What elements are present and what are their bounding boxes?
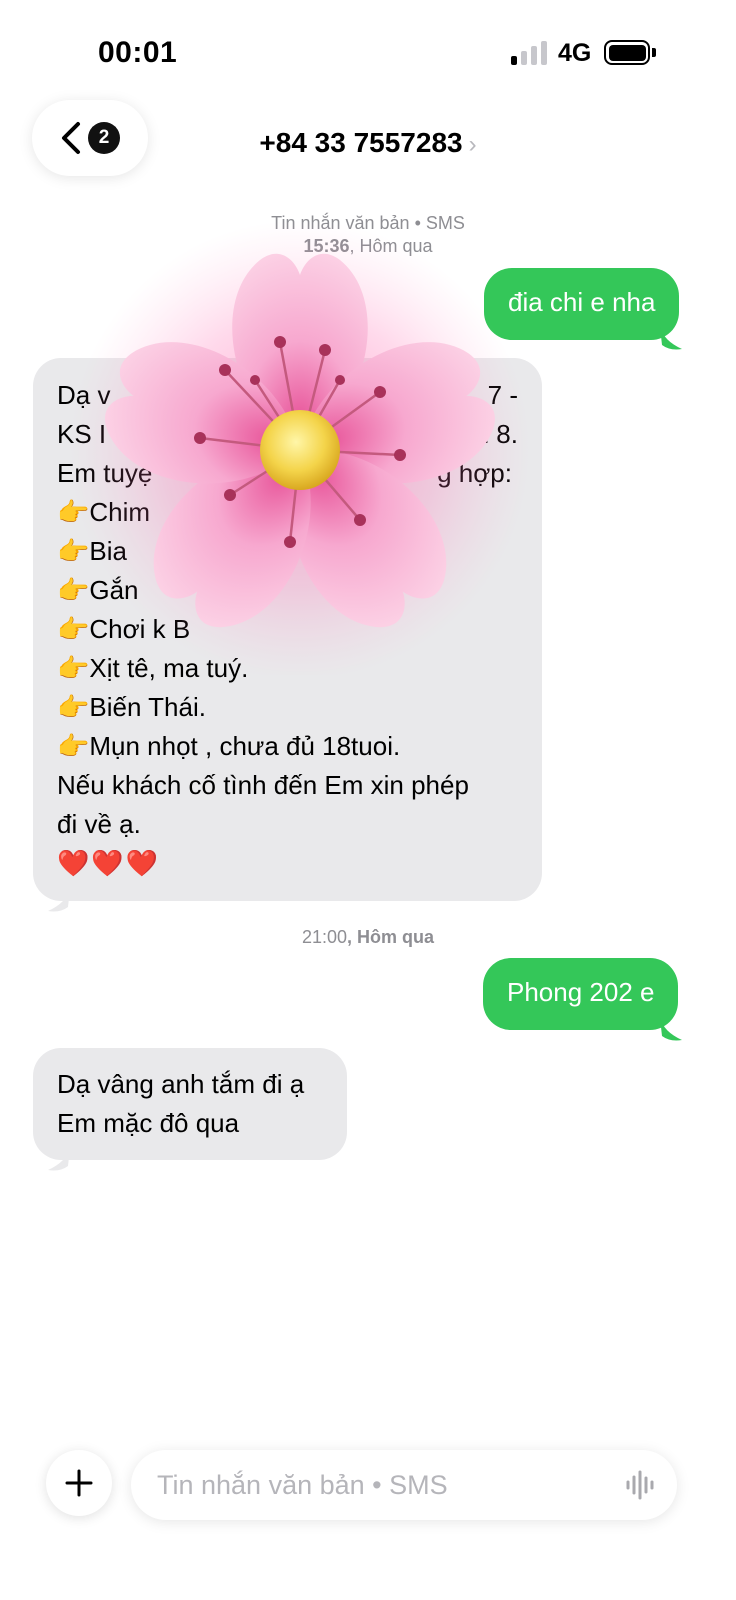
message-line: 7 -: [487, 380, 518, 410]
message-line: Dạ vâng anh tắm đi ạ: [57, 1069, 305, 1099]
timestamp-2: 21:00, Hôm qua: [301, 927, 435, 947]
battery-tip: [652, 48, 656, 57]
bubble-tail-in: [48, 1148, 70, 1171]
message-out-1[interactable]: đia chi e nha: [484, 268, 680, 340]
message-line: Em tuyệ: [57, 458, 153, 488]
bubble-tail-out: [660, 327, 682, 350]
add-attachment-button[interactable]: [46, 1450, 112, 1516]
message-line: g hợp:: [437, 458, 512, 488]
message-line: đi về ạ.: [57, 809, 141, 839]
bubble-tail-in: [48, 889, 70, 912]
timestamp-1: 15:36, Hôm qua: [303, 236, 433, 256]
status-time: 00:01: [98, 36, 178, 69]
battery-icon: [604, 40, 650, 65]
chevron-right-icon: ›: [468, 131, 477, 158]
message-line: Nếu khách cố tình đến Em xin phép: [57, 770, 469, 800]
contact-number: +84 33 7557283: [259, 127, 463, 158]
plus-icon: [65, 1469, 93, 1497]
thread-meta-2: 21:00, Hôm qua: [0, 926, 736, 949]
cellular-signal-icon: [511, 41, 551, 65]
message-in-2[interactable]: Dạ vâng anh tắm đi ạ Em mặc đô qua: [33, 1048, 347, 1160]
message-line: 👉Chim: [57, 497, 151, 527]
hearts-emoji: ❤️❤️❤️: [57, 848, 161, 878]
message-line: n 8.: [474, 419, 518, 449]
message-line: 👉Mụn nhọt , chưa đủ 18tuoi.: [57, 731, 401, 761]
thread-meta-1: Tin nhắn văn bản • SMS 15:36, Hôm qua: [0, 212, 736, 258]
message-line: KS I: [57, 419, 107, 449]
message-line: 👉Xịt tê, ma tuý.: [57, 653, 249, 683]
message-out-2[interactable]: Phong 202 e: [483, 958, 679, 1030]
message-in-1[interactable]: Dạ v 7 - KS I n 8. Em tuyệ g hợp: 👉Chim …: [33, 358, 542, 901]
status-bar: 00:01 4G: [0, 0, 736, 100]
bubble-tail-out: [660, 1018, 682, 1041]
message-composer[interactable]: [131, 1450, 677, 1520]
message-input[interactable]: [157, 1450, 597, 1520]
message-line: 👉Biến Thái.: [57, 692, 206, 722]
service-label: Tin nhắn văn bản • SMS: [271, 213, 465, 233]
message-text: Phong 202 e: [507, 977, 655, 1007]
contact-title[interactable]: +84 33 7557283 ›: [0, 127, 736, 159]
waveform-icon[interactable]: [625, 1470, 657, 1500]
message-text: đia chi e nha: [508, 287, 656, 317]
message-line: 👉Chơi k B: [57, 614, 191, 644]
message-line: Dạ v: [57, 380, 111, 410]
message-line: 👉Gắn: [57, 575, 139, 605]
network-type: 4G: [558, 39, 592, 67]
message-line: 👉Bia: [57, 536, 127, 566]
message-line: Em mặc đô qua: [57, 1108, 240, 1138]
